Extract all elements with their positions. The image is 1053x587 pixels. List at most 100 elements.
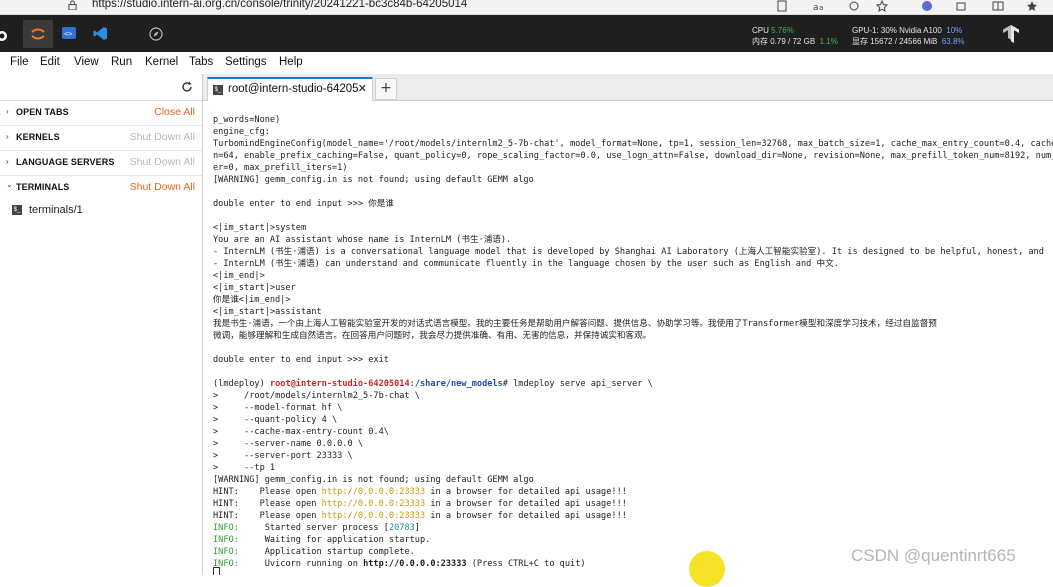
info-text: Started server process [ <box>238 523 389 533</box>
vram-label: 显存 <box>852 37 868 46</box>
vscode-icon <box>93 27 107 40</box>
reader-icon[interactable] <box>776 0 788 12</box>
terminal-line: > /root/models/internlm2_5-7b-chat \ <box>213 391 420 401</box>
hint-url: http://0.0.0.0:23333 <box>321 487 426 497</box>
hint-prefix: HINT: Please open <box>213 511 322 521</box>
terminal-list-item[interactable]: $_ terminals/1 <box>12 204 83 216</box>
svg-text:a: a <box>813 3 819 12</box>
extensions-puzzle-icon[interactable] <box>955 0 967 12</box>
code-editor-icon: <> <box>62 27 76 39</box>
jupyter-button[interactable] <box>23 20 53 48</box>
memory-label: 内存 <box>752 37 768 46</box>
menu-edit[interactable]: Edit <box>40 56 60 68</box>
memory-stat: 内存 0.79 / 72 GB 1.1% <box>752 36 838 47</box>
menu-kernel[interactable]: Kernel <box>145 56 178 68</box>
chevron-right-icon: › <box>6 107 9 116</box>
tab-terminal[interactable]: $_ root@intern-studio-64205 ✕ <box>207 77 373 102</box>
sidebar-header <box>0 74 202 101</box>
info-text: ] <box>414 523 420 533</box>
terminal-line: > --cache-max-entry-count 0.4\ <box>213 427 389 437</box>
terminal-line: 你是谁<|im_end|> <box>213 295 291 305</box>
vscode-button[interactable] <box>86 20 116 48</box>
terminal-line: <|im_start|>system <box>213 223 307 233</box>
terminal-prompt-line: (lmdeploy) root@intern-studio-64205014:/… <box>213 378 653 390</box>
favorite-star-icon[interactable] <box>876 0 888 12</box>
cpu-value: 5.76% <box>771 26 794 35</box>
menu-view[interactable]: View <box>74 56 99 68</box>
refresh-icon[interactable] <box>181 81 193 93</box>
info-text: (Press CTRL+C to quit) <box>466 559 586 569</box>
section-open-tabs[interactable]: › OPEN TABS Close All <box>0 100 202 126</box>
info-line: INFO: Started server process [20783] <box>213 522 420 534</box>
terminal-line: <|im_start|>assistant <box>213 307 322 317</box>
terminal-line: 我是书生·浦语，一个由上海人工智能实验室开发的对话式语言模型。我的主要任务是帮助… <box>213 319 937 329</box>
close-icon[interactable]: ✕ <box>358 82 367 95</box>
translate-icon[interactable]: aa <box>813 0 825 12</box>
extension-profile-icon[interactable] <box>921 0 933 12</box>
terminal-cursor-line <box>213 567 220 575</box>
terminal-line: TurbomindEngineConfig(model_name='/root/… <box>213 139 1053 149</box>
terminal-line: - InternLM (书生·浦语) can understand and co… <box>213 259 839 269</box>
shut-down-all-kernels-button[interactable]: Shut Down All <box>130 131 195 143</box>
terminal-panel[interactable]: p_words=None) engine_cfg: TurbomindEngin… <box>203 101 1053 575</box>
prompt-command: # lmdeploy serve api_server \ <box>502 379 653 389</box>
cpu-stat: CPU 5.76% <box>752 25 794 36</box>
info-text: Uvicorn running on <box>238 559 364 569</box>
menu-help[interactable]: Help <box>279 56 303 68</box>
section-language-servers[interactable]: › LANGUAGE SERVERS Shut Down All <box>0 150 202 176</box>
split-screen-icon[interactable] <box>992 0 1004 12</box>
hint-line: HINT: Please open http://0.0.0.0:23333 i… <box>213 498 627 510</box>
prompt-path: /share/new_models <box>414 379 503 389</box>
close-all-button[interactable]: Close All <box>154 106 195 118</box>
section-kernels[interactable]: › KERNELS Shut Down All <box>0 125 202 151</box>
menu-run[interactable]: Run <box>111 56 132 68</box>
new-tab-button[interactable]: + <box>375 78 397 100</box>
chevron-right-icon: › <box>6 157 9 166</box>
info-line: INFO: Uvicorn running on http://0.0.0.0:… <box>213 558 586 570</box>
menu-tabs[interactable]: Tabs <box>189 56 213 68</box>
info-label: INFO: <box>213 523 239 533</box>
tab-bar: $_ root@intern-studio-64205 ✕ + <box>203 74 1053 102</box>
code-editor-button[interactable]: <> <box>55 20 85 48</box>
compass-button[interactable] <box>141 20 171 48</box>
terminal-line: > --model-format hf \ <box>213 403 343 413</box>
section-title: LANGUAGE SERVERS <box>16 157 115 167</box>
section-terminals[interactable]: ⌄ TERMINALS Shut Down All <box>0 175 202 200</box>
menu-settings[interactable]: Settings <box>225 56 267 68</box>
chevron-down-icon: ⌄ <box>6 180 13 189</box>
info-text: Application startup complete. <box>238 547 415 557</box>
favorites-icon[interactable] <box>1026 0 1038 12</box>
prompt-env: (lmdeploy) <box>213 379 270 389</box>
terminal-icon: $_ <box>213 85 223 95</box>
process-id: 20783 <box>388 523 415 533</box>
gpu-stat: GPU-1: 30% Nvidia A100 10% <box>852 25 962 36</box>
terminal-cursor <box>213 567 220 575</box>
terminal-line: <|im_start|>user <box>213 283 296 293</box>
jupyter-icon <box>31 28 45 40</box>
hint-prefix: HINT: Please open <box>213 487 322 497</box>
prompt-user: root@intern-studio-64205014 <box>269 379 410 389</box>
hint-url: http://0.0.0.0:23333 <box>321 511 426 521</box>
top-toolbar: <> CPU 5.76% 内存 0.79 / 72 GB 1.1% GPU-1:… <box>0 15 1053 52</box>
cpu-label: CPU <box>752 26 769 35</box>
watermark: CSDN @quentinrt665 <box>851 546 1016 565</box>
terminal-line: > --server-name 0.0.0.0 \ <box>213 439 364 449</box>
gpu-percent: 10% <box>946 26 963 35</box>
hint-suffix: in a browser for detailed api usage!!! <box>425 487 627 497</box>
hint-url: http://0.0.0.0:23333 <box>321 499 426 509</box>
info-label: INFO: <box>213 535 239 545</box>
shut-down-all-language-servers-button[interactable]: Shut Down All <box>130 156 195 168</box>
zoom-icon[interactable] <box>848 0 860 12</box>
hint-suffix: in a browser for detailed api usage!!! <box>425 499 627 509</box>
terminal-line: er=0, max_prefill_iters=1) <box>213 163 348 173</box>
menu-file[interactable]: File <box>10 56 29 68</box>
section-title: OPEN TABS <box>16 107 69 117</box>
vram-stat: 显存 15672 / 24566 MiB 63.8% <box>852 36 965 47</box>
terminal-line: double enter to end input >>> exit <box>213 355 389 365</box>
hint-suffix: in a browser for detailed api usage!!! <box>425 511 627 521</box>
shut-down-all-terminals-button[interactable]: Shut Down All <box>130 181 195 193</box>
url-field[interactable]: https://studio.intern-ai.org.cn/console/… <box>92 0 467 10</box>
compass-icon <box>149 27 163 41</box>
info-line: INFO: Application startup complete. <box>213 546 415 558</box>
info-text: Waiting for application startup. <box>238 535 431 545</box>
